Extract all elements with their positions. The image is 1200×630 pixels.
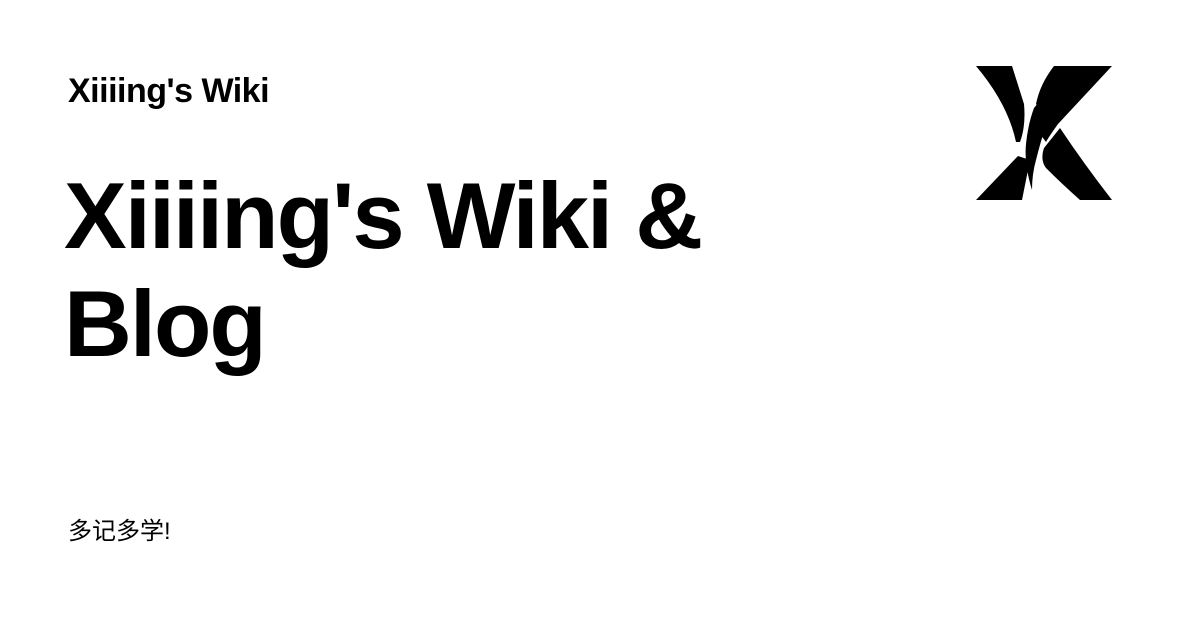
logo-lower-left-stroke <box>976 156 1030 200</box>
page-title: Xiiiing's Wiki & Blog <box>64 163 703 376</box>
site-name: Xiiiing's Wiki <box>68 72 270 110</box>
logo-upper-left-stroke <box>976 66 1025 142</box>
x-logo-icon <box>974 64 1114 202</box>
logo-lower-right-stroke <box>1042 128 1112 200</box>
x-logo-graphic <box>976 66 1112 200</box>
tagline: 多记多学! <box>68 518 171 545</box>
